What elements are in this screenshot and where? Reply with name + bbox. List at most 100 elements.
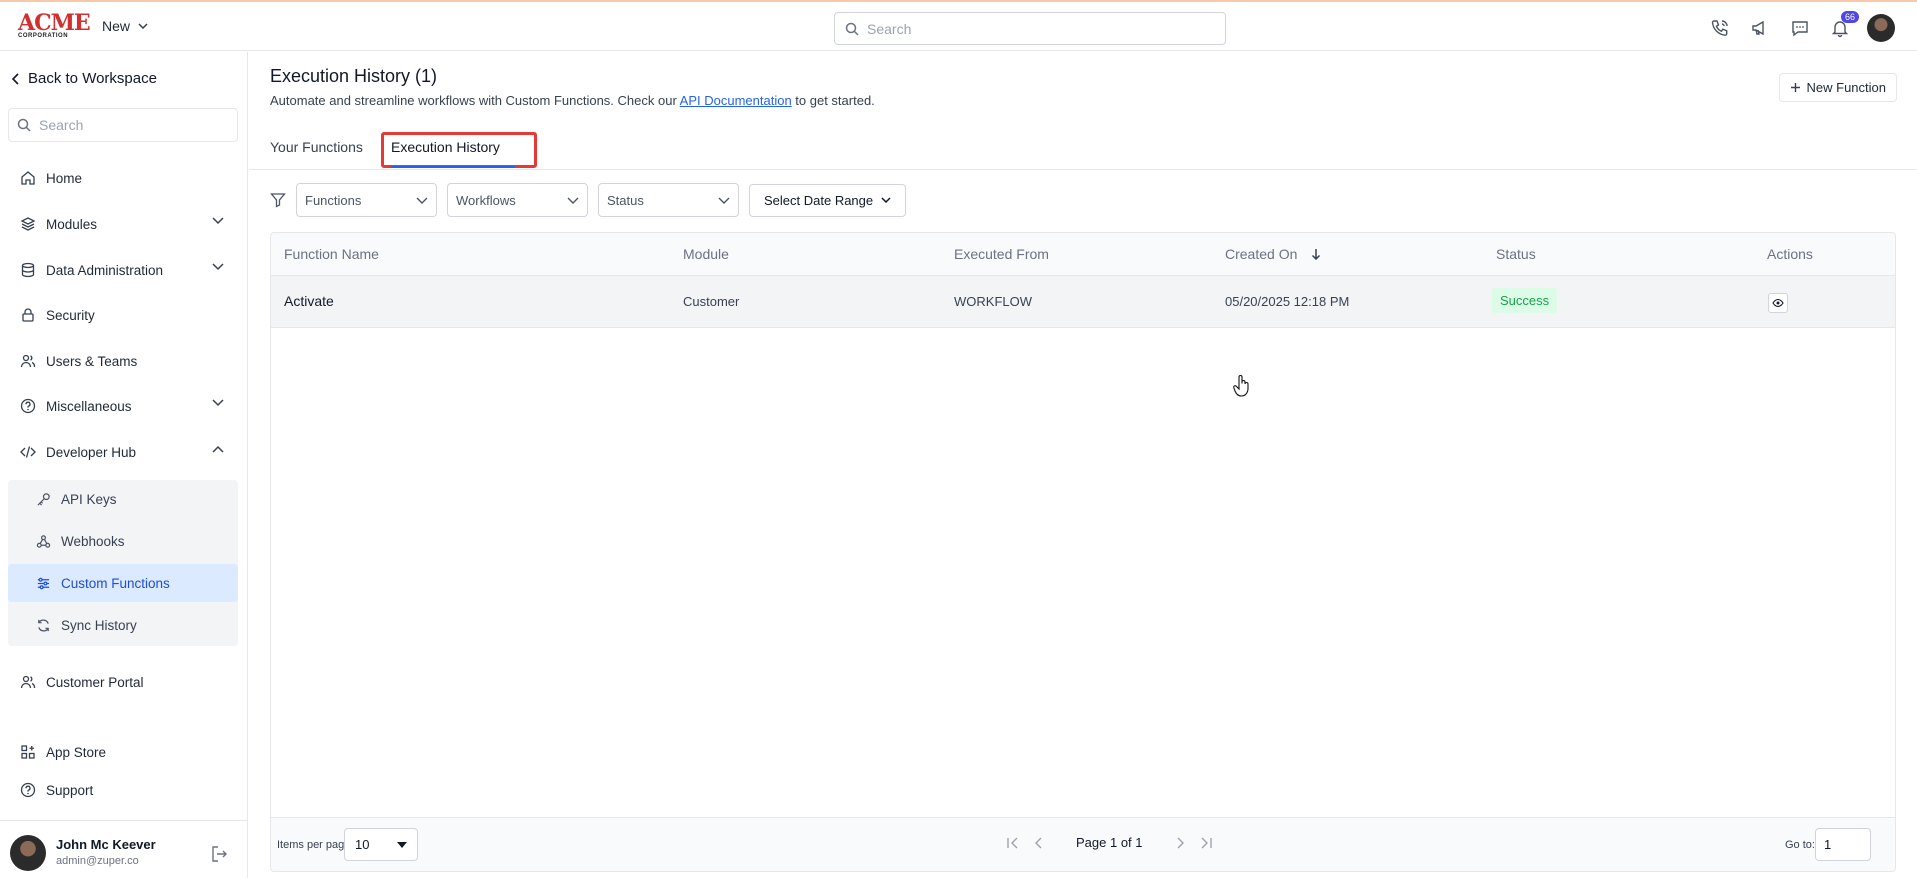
sidebar-item-label: Data Administration xyxy=(46,262,164,278)
table-header: Function Name Module Executed From Creat… xyxy=(271,233,1895,276)
code-icon xyxy=(20,446,36,458)
help-circle-icon xyxy=(20,782,36,798)
goto-label: Go to: xyxy=(1785,839,1815,851)
database-icon xyxy=(21,262,35,278)
first-page-button[interactable] xyxy=(1006,837,1020,849)
new-function-button[interactable]: New Function xyxy=(1778,73,1897,102)
workflows-filter-dropdown[interactable]: Workflows xyxy=(447,183,588,217)
chat-icon[interactable] xyxy=(1787,15,1813,41)
date-range-button[interactable]: Select Date Range xyxy=(749,183,907,217)
active-tab-indicator xyxy=(391,166,515,168)
webhook-icon xyxy=(36,534,51,548)
sidebar-item-webhooks[interactable]: Webhooks xyxy=(8,522,238,560)
chevron-left-icon xyxy=(1035,837,1042,848)
sidebar-item-custom-functions[interactable]: Custom Functions xyxy=(8,564,238,602)
megaphone-icon[interactable] xyxy=(1747,15,1773,41)
bell-icon[interactable]: 66 xyxy=(1827,11,1859,41)
sidebar-item-label: Custom Functions xyxy=(61,575,170,591)
sidebar-item-label: Users & Teams xyxy=(46,353,138,369)
sidebar-item-label: Home xyxy=(46,170,83,186)
status-badge: Success xyxy=(1492,288,1558,313)
users-icon xyxy=(20,354,36,368)
api-documentation-link[interactable]: API Documentation xyxy=(680,93,792,108)
sidebar-item-modules[interactable]: Modules xyxy=(8,207,238,241)
goto-page-input[interactable] xyxy=(1815,828,1871,861)
tab-execution-history[interactable]: Execution History xyxy=(391,139,500,155)
column-header-created-on[interactable]: Created On xyxy=(1225,246,1321,262)
sidebar-item-label: Modules xyxy=(46,216,98,232)
global-search-placeholder: Search xyxy=(867,20,912,37)
view-details-button[interactable] xyxy=(1768,293,1788,313)
functions-filter-dropdown[interactable]: Functions xyxy=(296,183,437,217)
plus-icon xyxy=(1790,83,1800,92)
sidebar-item-data-administration[interactable]: Data Administration xyxy=(8,253,238,287)
new-menu-button[interactable]: New xyxy=(102,18,148,34)
page-indicator: Page 1 of 1 xyxy=(1076,835,1143,850)
execution-history-table: Function Name Module Executed From Creat… xyxy=(270,232,1896,872)
phone-icon[interactable] xyxy=(1707,15,1733,41)
sidebar-item-api-keys[interactable]: API Keys xyxy=(8,480,238,518)
back-to-workspace-link[interactable]: Back to Workspace xyxy=(12,70,157,87)
hand-cursor-icon xyxy=(1233,375,1249,397)
created-on-label: Created On xyxy=(1225,246,1298,262)
sidebar-item-miscellaneous[interactable]: Miscellaneous xyxy=(8,389,238,423)
search-icon xyxy=(17,118,31,132)
global-search-input[interactable]: Search xyxy=(834,12,1226,45)
user-avatar-top[interactable] xyxy=(1867,14,1895,42)
notification-badge: 66 xyxy=(1840,11,1859,23)
chevron-down-icon xyxy=(212,263,224,271)
workflows-filter-label: Workflows xyxy=(456,192,516,208)
table-row[interactable]: Activate Customer WORKFLOW 05/20/2025 12… xyxy=(271,276,1895,328)
sidebar-item-app-store[interactable]: App Store xyxy=(8,735,238,769)
key-icon xyxy=(37,492,50,506)
chevron-down-icon xyxy=(567,197,579,204)
tab-your-functions[interactable]: Your Functions xyxy=(270,139,363,155)
subtitle-text-end: to get started. xyxy=(791,93,875,108)
search-icon xyxy=(845,22,859,36)
sidebar-item-support[interactable]: Support xyxy=(8,773,238,807)
items-per-page-select[interactable]: 10 xyxy=(344,828,418,861)
sidebar-item-developer-hub[interactable]: Developer Hub xyxy=(8,435,238,469)
avatar[interactable] xyxy=(10,835,46,871)
apps-icon xyxy=(21,745,35,759)
sidebar-item-label: API Keys xyxy=(61,491,117,507)
chevron-down-icon xyxy=(881,197,891,203)
column-header-actions: Actions xyxy=(1767,246,1813,262)
sidebar-item-security[interactable]: Security xyxy=(8,298,238,332)
prev-page-button[interactable] xyxy=(1034,837,1044,849)
company-logo[interactable]: ACME CORPORATION xyxy=(18,10,91,41)
sidebar-item-users-teams[interactable]: Users & Teams xyxy=(8,344,238,378)
next-page-button[interactable] xyxy=(1175,837,1185,849)
filter-icon[interactable] xyxy=(270,192,286,208)
help-circle-icon xyxy=(20,398,36,414)
items-per-page-label: Items per page xyxy=(277,839,351,851)
home-icon xyxy=(21,171,35,185)
first-page-icon xyxy=(1007,837,1018,848)
sidebar-item-label: Customer Portal xyxy=(46,674,144,690)
sidebar-item-home[interactable]: Home xyxy=(8,161,238,195)
chevron-down-icon xyxy=(416,197,428,204)
date-range-label: Select Date Range xyxy=(764,192,874,208)
new-function-label: New Function xyxy=(1806,80,1886,95)
eye-icon xyxy=(1772,298,1784,308)
back-label: Back to Workspace xyxy=(28,70,157,87)
sliders-icon xyxy=(37,577,50,589)
cell-module: Customer xyxy=(683,294,740,309)
functions-filter-label: Functions xyxy=(305,192,362,208)
logout-icon[interactable] xyxy=(210,845,228,863)
sidebar-search-input[interactable]: Search xyxy=(8,108,238,142)
sidebar-item-label: Miscellaneous xyxy=(46,398,132,414)
sidebar-item-customer-portal[interactable]: Customer Portal xyxy=(8,665,238,699)
cell-created-on: 05/20/2025 12:18 PM xyxy=(1225,294,1350,309)
cell-function-name: Activate xyxy=(284,293,334,309)
last-page-icon xyxy=(1201,837,1212,848)
logo-text: ACME xyxy=(18,10,91,36)
last-page-button[interactable] xyxy=(1199,837,1213,849)
status-filter-dropdown[interactable]: Status xyxy=(598,183,739,217)
items-per-page-value: 10 xyxy=(355,837,370,852)
column-header-status: Status xyxy=(1496,246,1536,262)
main-content: Execution History (1) Automate and strea… xyxy=(249,52,1917,878)
sidebar-item-sync-history[interactable]: Sync History xyxy=(8,606,238,644)
sidebar-item-label: Support xyxy=(46,782,94,798)
chevron-right-icon xyxy=(1177,837,1184,848)
